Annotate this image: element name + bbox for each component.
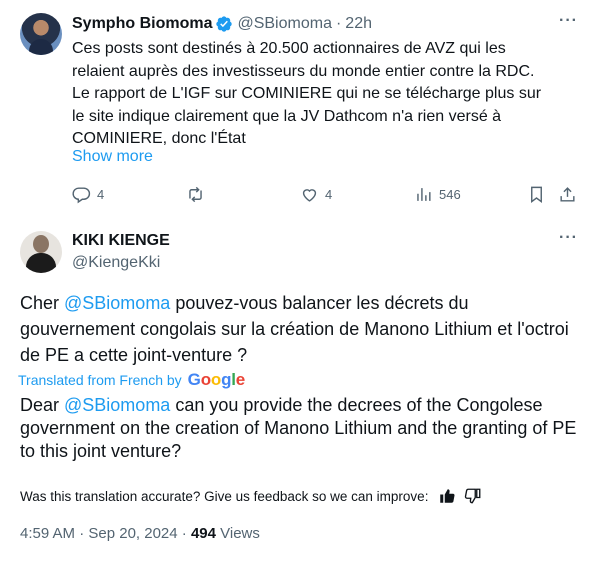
tweet-time[interactable]: 22h <box>345 15 372 33</box>
parent-tweet-header: Sympho Biomoma @SBiomoma · 22h <box>72 14 372 34</box>
handle[interactable]: @SBiomoma <box>237 15 332 33</box>
parent-tweet[interactable]: Sympho Biomoma @SBiomoma · 22h ··· Ces p… <box>0 0 598 222</box>
tweet-translated-text: Dear @SBiomoma can you provide the decre… <box>20 394 580 463</box>
retweet-icon <box>189 186 202 202</box>
heart-icon <box>302 188 317 202</box>
view-count: 546 <box>439 186 461 202</box>
tweet-text-line: le site indique clairement que la JV Dat… <box>72 107 502 125</box>
translation-feedback: Was this translation accurate? Give us f… <box>20 485 580 507</box>
reply-count: 4 <box>97 186 105 202</box>
reply-icon <box>72 186 91 203</box>
more-dots-icon[interactable]: ··· <box>559 229 578 247</box>
feedback-prompt: Was this translation accurate? Give us f… <box>20 488 429 504</box>
views-chart-icon <box>417 187 431 201</box>
action-bar: 4 4 546 <box>72 182 582 206</box>
tweet-text-line: Ces posts sont destinés à 20.500 actionn… <box>72 40 506 57</box>
thumbs-down-icon[interactable] <box>464 487 482 505</box>
text-segment: Dear <box>20 395 65 415</box>
share-button[interactable] <box>558 182 577 206</box>
translated-from-label: Translated from French by <box>18 372 182 388</box>
tweet-original-text: Cher @SBiomoma pouvez-vous balancer les … <box>20 290 580 368</box>
handle[interactable]: @KiengeKki <box>72 254 160 272</box>
translation-attribution: Translated from French by Google <box>18 370 245 390</box>
like-button[interactable]: 4 <box>300 182 332 206</box>
views-label: Views <box>215 525 260 542</box>
avatar[interactable] <box>20 231 62 273</box>
mention-link[interactable]: @SBiomoma <box>64 395 170 415</box>
tweet-text-line: Le rapport de L'IGF sur COMINIERE qui ne… <box>72 85 542 102</box>
retweet-button[interactable] <box>186 182 211 206</box>
mention-link[interactable]: @SBiomoma <box>64 293 170 313</box>
views-count: 494 <box>190 525 216 542</box>
show-more-link[interactable]: Show more <box>72 148 153 166</box>
reply-button[interactable]: 4 <box>72 182 104 206</box>
bookmark-icon <box>531 186 542 203</box>
text-segment: Cher <box>20 293 65 313</box>
share-icon <box>560 186 575 202</box>
google-logo: Google <box>187 370 246 389</box>
tweet-text: Ces posts sont destinés à 20.500 actionn… <box>72 38 572 151</box>
separator-dot: · <box>335 15 342 32</box>
tweet-meta: 4:59 AM · Sep 20, 2024 · 494 Views <box>20 525 260 542</box>
avatar[interactable] <box>20 13 62 55</box>
views-button[interactable]: 546 <box>414 182 461 206</box>
thumbs-up-icon[interactable] <box>438 487 456 505</box>
like-count: 4 <box>325 186 333 202</box>
more-dots-icon[interactable]: ··· <box>559 12 578 30</box>
verified-badge-icon <box>216 16 233 32</box>
tweet-text-line: relaient auprès des investisseurs du mon… <box>72 62 535 80</box>
bookmark-button[interactable] <box>527 182 546 206</box>
display-name[interactable]: KIKI KIENGE <box>72 232 170 250</box>
timestamp[interactable]: 4:59 AM · Sep 20, 2024 · <box>20 525 191 542</box>
display-name[interactable]: Sympho Biomoma <box>72 15 212 33</box>
